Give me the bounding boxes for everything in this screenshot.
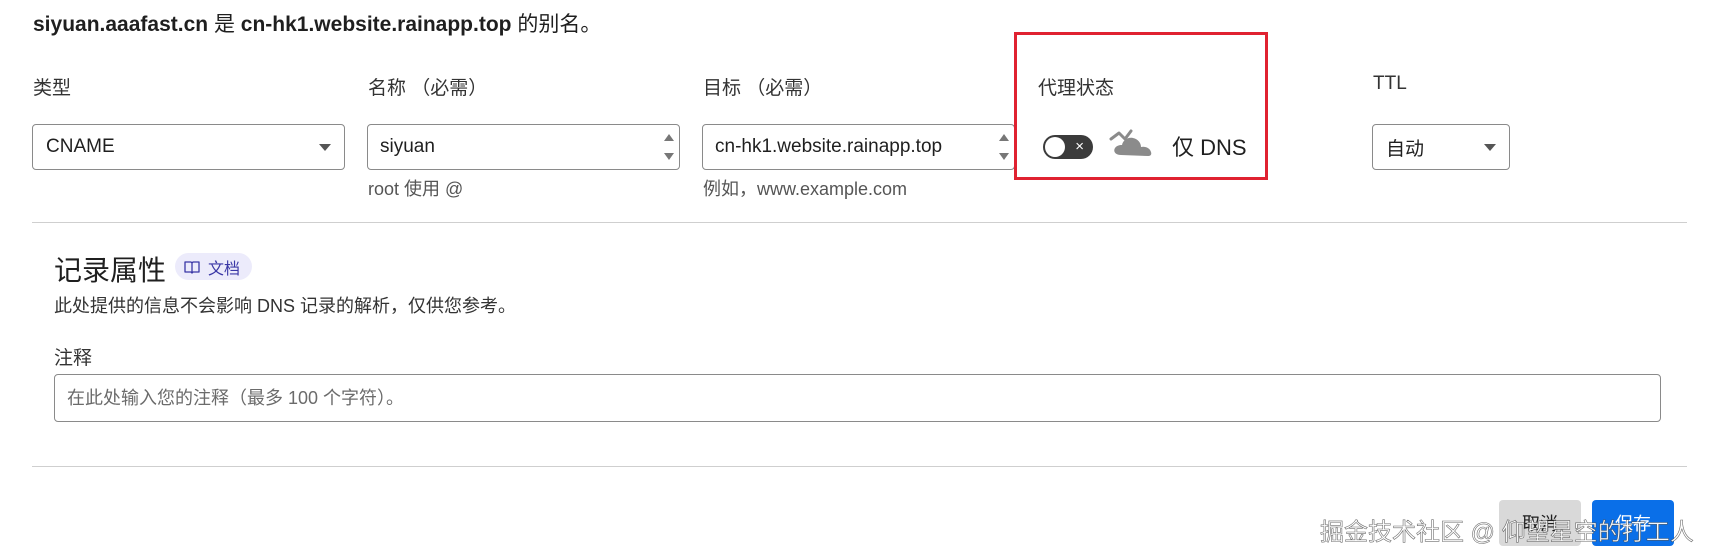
alias-target-name: cn-hk1.website.rainapp.top: [240, 13, 512, 36]
docs-link[interactable]: 文档: [175, 253, 253, 280]
proxy-toggle[interactable]: ×: [1043, 135, 1093, 159]
chevron-down-icon: [1484, 144, 1496, 151]
alias-suffix: 的别名。: [517, 13, 602, 36]
target-hint: 例如，www.example.com: [703, 179, 908, 199]
section-title: 记录属性: [54, 255, 167, 286]
target-input[interactable]: cn-hk1.website.rainapp.top: [702, 124, 1015, 170]
name-hint: root 使用 @: [368, 179, 464, 199]
target-label: 目标 （必需）: [703, 78, 823, 99]
alias-notice: siyuan.aaafast.cn 是 cn-hk1.website.raina…: [33, 8, 601, 38]
dns-only-cloud-icon: [1109, 129, 1152, 156]
spinner-icon[interactable]: [998, 131, 1010, 163]
chevron-down-icon: [319, 144, 331, 151]
section-description: 此处提供的信息不会影响 DNS 记录的解析，仅供您参考。: [54, 296, 517, 316]
spinner-icon[interactable]: [663, 131, 675, 163]
proxy-status-label: 代理状态: [1038, 78, 1115, 99]
toggle-knob: [1045, 137, 1065, 157]
dns-record-form: siyuan.aaafast.cn 是 cn-hk1.website.raina…: [0, 0, 1720, 559]
close-icon: ×: [1075, 138, 1084, 155]
ttl-label: TTL: [1373, 73, 1407, 94]
docs-link-label: 文档: [208, 260, 241, 278]
name-input-value: siyuan: [380, 136, 435, 157]
target-input-value: cn-hk1.website.rainapp.top: [715, 136, 943, 157]
ttl-select-value: 自动: [1386, 138, 1425, 160]
ttl-select[interactable]: 自动: [1372, 124, 1510, 170]
alias-is-word: 是: [213, 13, 235, 36]
alias-record-name: siyuan.aaafast.cn: [33, 13, 209, 36]
notes-label: 注释: [54, 348, 93, 369]
cancel-button[interactable]: 取消: [1499, 500, 1581, 546]
type-select[interactable]: CNAME: [32, 124, 345, 170]
name-label: 名称 （必需）: [368, 78, 488, 99]
divider: [32, 222, 1687, 223]
book-icon: [184, 260, 200, 274]
divider: [32, 466, 1687, 467]
type-select-value: CNAME: [46, 136, 115, 157]
name-input[interactable]: siyuan: [367, 124, 680, 170]
type-label: 类型: [33, 78, 72, 99]
proxy-status-text: 仅 DNS: [1172, 135, 1247, 160]
save-button[interactable]: 保存: [1592, 500, 1674, 546]
notes-input[interactable]: [54, 374, 1661, 422]
